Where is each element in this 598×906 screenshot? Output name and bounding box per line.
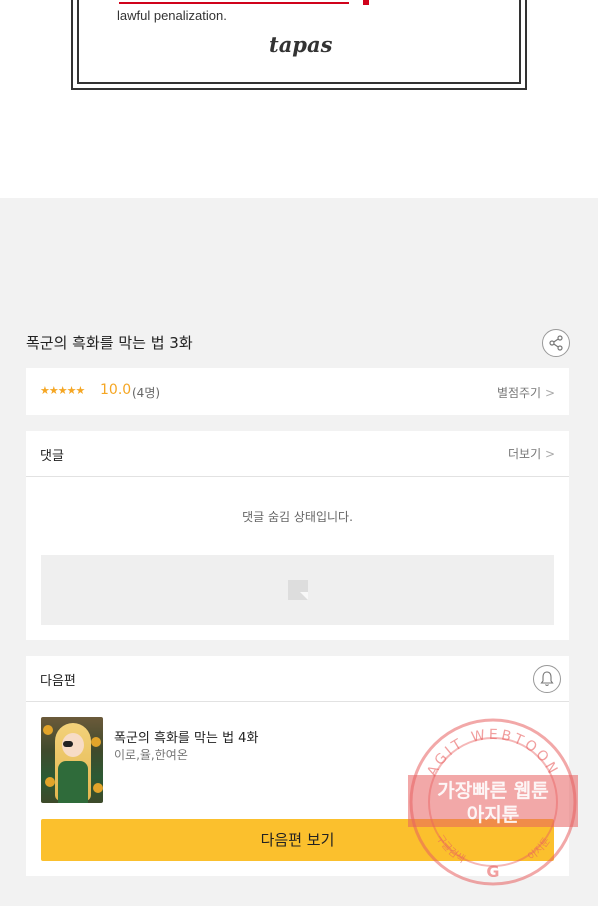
next-episode-label: 다음편 <box>40 674 76 689</box>
next-episode-title[interactable]: 폭군의 흑화를 막는 법 4화 <box>114 727 258 746</box>
placeholder-image-icon <box>288 580 308 600</box>
rate-link[interactable]: 별점주기 > <box>497 384 555 401</box>
chevron-right-icon: > <box>544 447 555 461</box>
comic-panel-area: lawful penalization. tapas <box>0 0 598 198</box>
comic-panel-inner-border: lawful penalization. tapas <box>77 0 521 84</box>
rate-link-label: 별점주기 <box>496 386 542 400</box>
rating-count: (4명) <box>132 386 161 400</box>
thumbnail-leaf <box>43 725 53 735</box>
rating-score: 10.0 <box>100 382 132 398</box>
thumbnail-leaf <box>45 777 55 787</box>
next-episode-button[interactable]: 다음편 보기 <box>41 819 554 861</box>
red-text-fragment <box>119 2 349 4</box>
comments-hidden-message: 댓글 숨김 상태입니다. <box>242 510 353 524</box>
red-text-fragment-dot <box>363 0 369 5</box>
chevron-right-icon: > <box>544 386 555 400</box>
next-episode-authors: 이로,율,한여온 <box>114 748 188 762</box>
rating-stars: ★★★★★ <box>40 384 85 397</box>
share-button[interactable] <box>542 329 570 357</box>
comments-card: 댓글 더보기 > 댓글 숨김 상태입니다. <box>26 431 569 640</box>
comic-panel-frame: lawful penalization. tapas <box>71 0 527 90</box>
comments-more-link[interactable]: 더보기 > <box>508 445 555 462</box>
episode-title: 폭군의 흑화를 막는 법 3화 <box>26 334 193 352</box>
thumbnail-eyepatch <box>63 741 73 747</box>
copyright-disclaimer: lawful penalization. <box>117 8 227 23</box>
comments-header: 댓글 더보기 > <box>26 431 569 477</box>
next-episode-card: 다음편 폭군의 흑화를 막는 법 4화 이로,율,한여온 다음편 보기 <box>26 656 569 876</box>
share-icon <box>549 335 563 351</box>
ad-placeholder[interactable] <box>41 555 554 625</box>
next-episode-header: 다음편 <box>26 656 569 702</box>
thumbnail-leaf <box>93 783 103 793</box>
thumbnail-character-body <box>58 761 88 803</box>
thumbnail-leaf <box>91 737 101 747</box>
bell-icon <box>540 671 554 687</box>
tapas-logo: tapas <box>269 32 333 57</box>
comments-more-label: 더보기 <box>507 447 542 461</box>
next-episode-thumbnail[interactable] <box>41 717 103 803</box>
rating-card: ★★★★★ 10.0 (4명) 별점주기 > <box>26 368 569 415</box>
comments-label: 댓글 <box>40 449 64 464</box>
notification-bell-button[interactable] <box>533 665 561 693</box>
